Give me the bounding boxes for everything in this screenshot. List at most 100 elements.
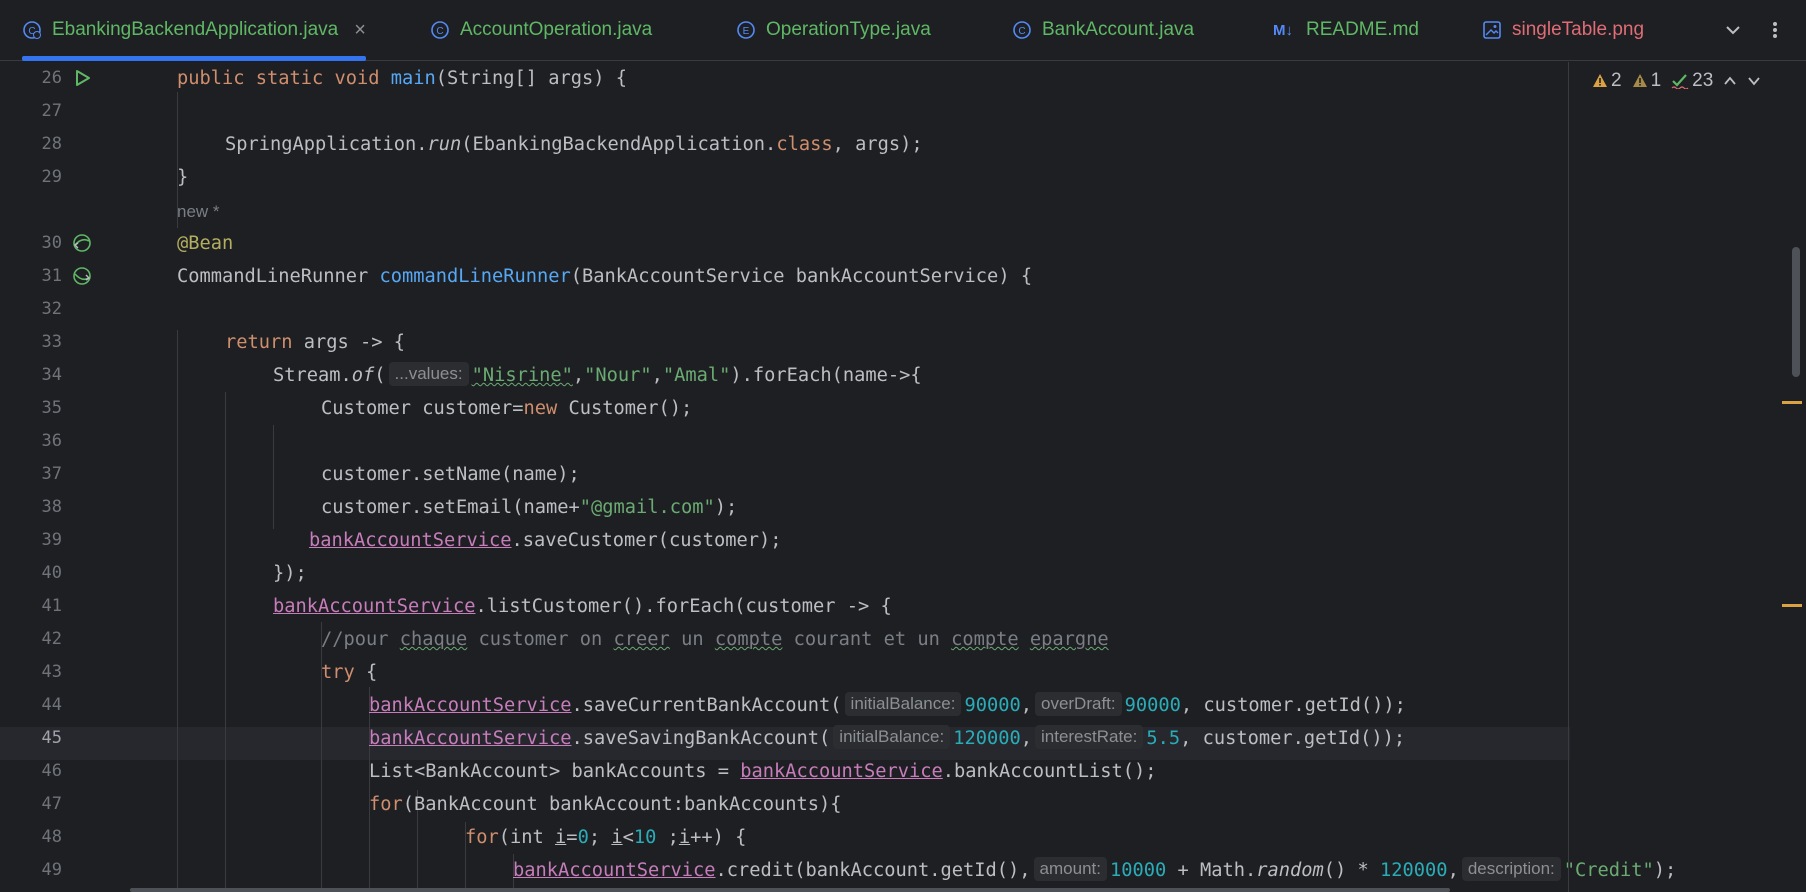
bean-navigate-icon[interactable]: [72, 233, 92, 253]
more-options-button[interactable]: [1766, 0, 1784, 60]
line-number: 33: [41, 332, 62, 352]
line-number: 37: [41, 464, 62, 484]
new-code-hint: new *: [177, 202, 220, 221]
parameter-hint: interestRate:: [1034, 725, 1144, 749]
line-number: 47: [41, 794, 62, 814]
code-line-44: bankAccountService.saveCurrentBankAccoun…: [369, 692, 1406, 716]
code-line-33: return args -> {: [225, 332, 406, 353]
code-editor[interactable]: 26 27 28 29 30 31 32 33 34 35 36 37 38 3…: [0, 62, 1806, 892]
vertical-scrollbar[interactable]: [1792, 247, 1800, 377]
right-margin-guide: [1568, 62, 1569, 892]
parameter-hint: initialBalance:: [844, 692, 962, 716]
chevron-up-icon[interactable]: [1723, 74, 1737, 88]
inspections-widget[interactable]: 2 1 23: [1592, 70, 1761, 92]
code-line-34: Stream.of(...values: "Nisrine","Nour","Am…: [273, 362, 922, 386]
weak-warnings-count[interactable]: 1: [1632, 70, 1661, 92]
tab-account-operation[interactable]: C AccountOperation.java: [430, 0, 652, 60]
code-line-38: customer.setEmail(name+"@gmail.com");: [321, 497, 738, 518]
class-icon: C: [430, 20, 450, 40]
tab-operation-type[interactable]: E OperationType.java: [736, 0, 931, 60]
tab-label: BankAccount.java: [1042, 19, 1195, 40]
parameter-hint: initialBalance:: [833, 725, 951, 749]
chevron-down-icon: [1726, 26, 1740, 35]
line-number: 38: [41, 497, 62, 517]
line-number: 34: [41, 365, 62, 385]
code-line-42: //pour chaque customer on creer un compt…: [321, 629, 1109, 650]
code-line-30: @Bean: [177, 233, 234, 254]
line-number: 39: [41, 530, 62, 550]
run-icon[interactable]: [72, 68, 92, 88]
code-line-26: public static void main(String[] args) {: [177, 68, 628, 89]
line-number-gutter: 26 27 28 29 30 31 32 33 34 35 36 37 38 3…: [0, 62, 125, 892]
code-line-28: SpringApplication.run(EbankingBackendApp…: [225, 134, 923, 155]
line-number: 44: [41, 695, 62, 715]
line-number: 29: [41, 167, 62, 187]
line-number: 45: [41, 728, 62, 748]
parameter-hint: ...values:: [388, 362, 469, 386]
warning-marker[interactable]: [1782, 604, 1802, 607]
horizontal-scrollbar[interactable]: [130, 888, 1450, 892]
code-line-40: });: [273, 563, 307, 584]
tab-ebanking-backend-application[interactable]: C EbankingBackendApplication.java ×: [22, 0, 366, 61]
line-number: 26: [41, 68, 62, 88]
svg-text:E: E: [743, 26, 750, 37]
class-icon: C: [1012, 20, 1032, 40]
line-number: 46: [41, 761, 62, 781]
code-line-47: for(BankAccount bankAccount:bankAccounts…: [369, 794, 842, 815]
line-number: 41: [41, 596, 62, 616]
svg-text:C: C: [1018, 26, 1025, 37]
parameter-hint: description:: [1461, 857, 1561, 881]
bean-navigate-icon[interactable]: [72, 266, 92, 286]
code-line-46: List<BankAccount> bankAccounts = bankAcc…: [369, 761, 1157, 782]
warning-icon: [1593, 74, 1607, 87]
enum-icon: E: [736, 20, 756, 40]
warning-marker[interactable]: [1782, 401, 1802, 404]
typos-count[interactable]: 23: [1671, 70, 1713, 92]
code-line-48: for(int i=0; i<10 ;i++) {: [465, 827, 747, 848]
line-number: 42: [41, 629, 62, 649]
tab-label: singleTable.png: [1512, 19, 1645, 40]
code-line-35: Customer customer=new Customer();: [321, 398, 693, 419]
chevron-down-icon[interactable]: [1747, 74, 1761, 88]
code-line-37: customer.setName(name);: [321, 464, 580, 485]
tab-bank-account[interactable]: C BankAccount.java: [1012, 0, 1194, 60]
line-number: 32: [41, 299, 62, 319]
indent-guide: [177, 330, 178, 892]
line-number: 28: [41, 134, 62, 154]
line-number: 30: [41, 233, 62, 253]
tab-label: AccountOperation.java: [460, 19, 653, 40]
typo-check-icon: [1671, 74, 1689, 89]
tabs-dropdown-button[interactable]: [1724, 0, 1742, 60]
code-line-39: bankAccountService.saveCustomer(customer…: [309, 530, 782, 551]
image-icon: [1482, 20, 1502, 40]
indent-guide: [225, 392, 226, 892]
class-run-icon: C: [22, 20, 42, 40]
close-tab-icon[interactable]: ×: [354, 19, 366, 42]
line-number: 31: [41, 266, 62, 286]
line-number: 43: [41, 662, 62, 682]
tab-label: EbankingBackendApplication.java: [52, 19, 339, 40]
line-number: 40: [41, 563, 62, 583]
weak-warning-icon: [1632, 74, 1647, 87]
code-line-29: }: [177, 167, 189, 188]
indent-guide: [273, 425, 274, 529]
line-number: 27: [41, 101, 62, 121]
code-line-49: bankAccountService.credit(bankAccount.ge…: [513, 857, 1677, 881]
tab-single-table-png[interactable]: singleTable.png: [1482, 0, 1644, 60]
more-vertical-icon: [1773, 22, 1777, 38]
code-line-43: try {: [321, 662, 378, 683]
tab-label: README.md: [1306, 19, 1419, 40]
line-number: 49: [41, 860, 62, 880]
line-number: 48: [41, 827, 62, 847]
editor-tab-bar: C EbankingBackendApplication.java × C Ac…: [0, 0, 1806, 61]
tab-label: OperationType.java: [766, 19, 931, 40]
svg-text:C: C: [436, 26, 443, 37]
parameter-hint: overDraft:: [1034, 692, 1122, 716]
warnings-count[interactable]: 2: [1592, 70, 1622, 92]
line-number: 35: [41, 398, 62, 418]
code-line-41: bankAccountService.listCustomer().forEac…: [273, 596, 892, 617]
code-line-31: CommandLineRunner commandLineRunner(Bank…: [177, 266, 1033, 287]
markdown-icon: M↓: [1273, 21, 1293, 39]
parameter-hint: amount:: [1033, 857, 1107, 881]
tab-readme[interactable]: M↓ README.md: [1270, 0, 1419, 60]
